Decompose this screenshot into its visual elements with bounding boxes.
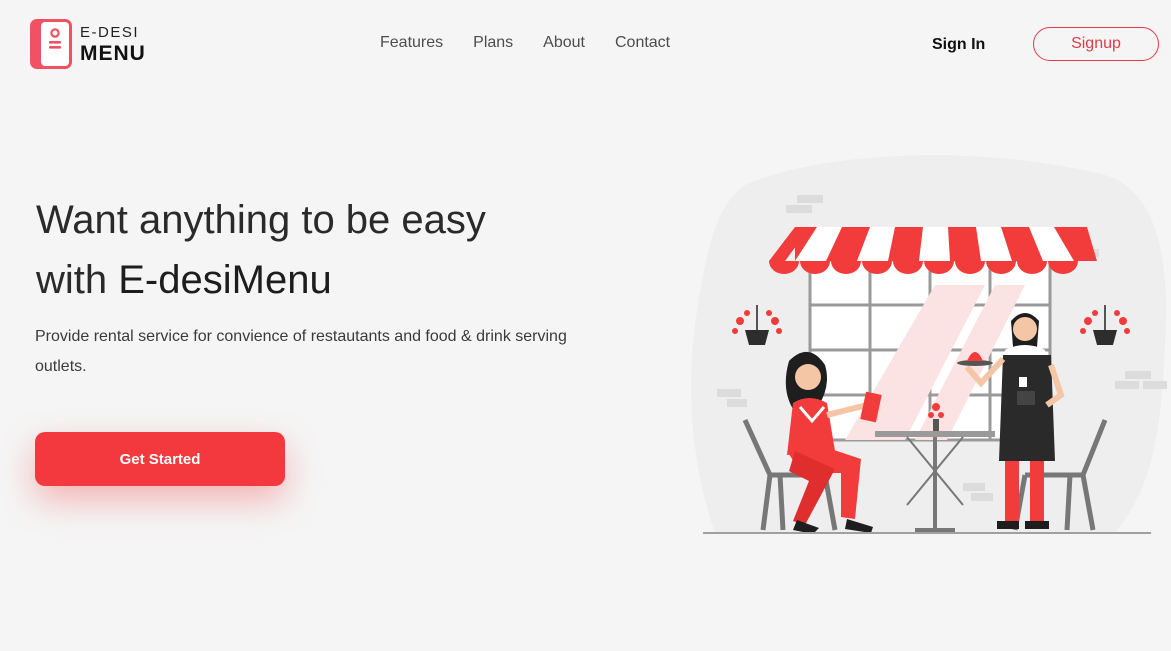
hero-title-line1: Want anything to be easy bbox=[36, 198, 486, 242]
hero-description: Provide rental service for convience of … bbox=[35, 328, 567, 375]
logo-text: E-DESI MENU bbox=[80, 25, 146, 64]
signup-button[interactable]: Signup bbox=[1033, 27, 1159, 61]
restaurant-cafe-illustration bbox=[691, 155, 1167, 534]
nav-features[interactable]: Features bbox=[380, 34, 443, 52]
logo-top-text: E-DESI bbox=[80, 23, 140, 41]
logo-bottom-text: MENU bbox=[80, 41, 146, 65]
hero-title-with: with bbox=[36, 258, 119, 302]
logo[interactable]: E-DESI MENU bbox=[29, 18, 146, 70]
get-started-button[interactable]: Get Started bbox=[35, 432, 285, 486]
main-nav: Features Plans About Contact bbox=[380, 34, 670, 52]
hero-title: Want anything to be easy with E-desiMenu bbox=[36, 190, 486, 310]
hero-title-brand: E-desiMenu bbox=[118, 258, 332, 302]
menu-card-icon bbox=[30, 19, 72, 69]
nav-plans[interactable]: Plans bbox=[473, 34, 513, 52]
nav-about[interactable]: About bbox=[543, 34, 585, 52]
nav-contact[interactable]: Contact bbox=[615, 34, 670, 52]
sign-in-link[interactable]: Sign In bbox=[932, 36, 985, 54]
